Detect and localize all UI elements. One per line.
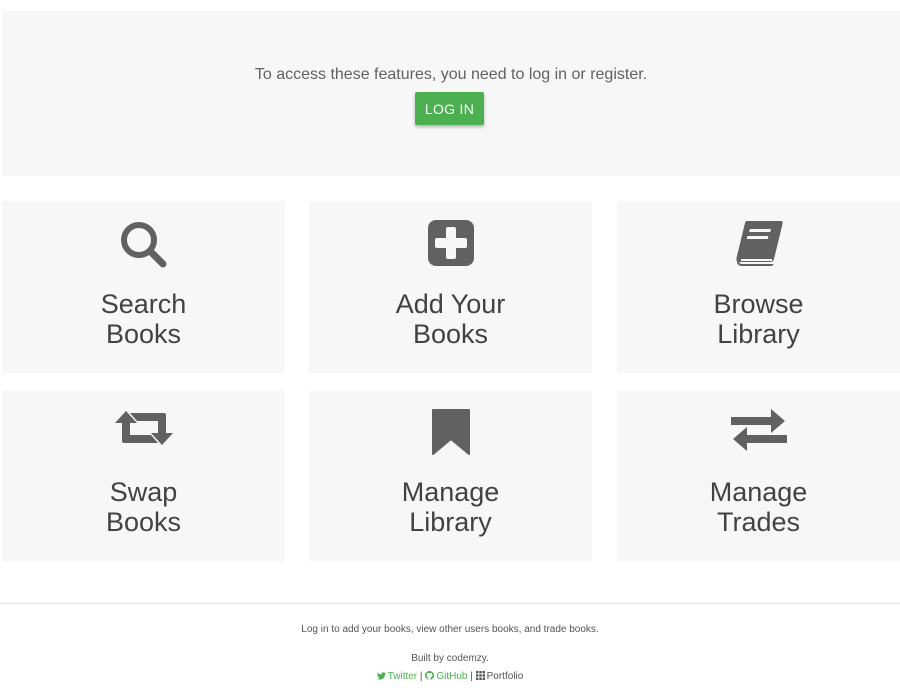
page: To access these features, you need to lo… [0, 0, 900, 700]
footer-description: Log in to add your books, view other use… [301, 624, 599, 635]
manage-trades-label: Manage Trades [709, 477, 808, 537]
grid-icon [475, 671, 485, 680]
manage-library-label: Manage Library [401, 477, 500, 537]
footer-credit: Built by codemzy. [411, 653, 489, 664]
search-icon [2, 219, 285, 271]
github-icon [425, 671, 435, 680]
swap-books-label: Swap Books [105, 477, 182, 537]
search-books-label: Search Books [100, 289, 187, 349]
login-prompt-message: To access these features, you need to lo… [254, 66, 648, 83]
retweet-icon [2, 408, 285, 448]
browse-library-card[interactable]: Browse Library [617, 201, 900, 373]
plus-square-icon [309, 219, 592, 267]
add-books-card[interactable]: Add Your Books [309, 201, 592, 373]
github-link[interactable]: GitHub [425, 671, 470, 682]
login-button[interactable]: LOG IN [415, 92, 484, 125]
portfolio-link[interactable]: Portfolio [475, 671, 523, 682]
footer-links: Twitter | GitHub | Portfolio [0, 671, 900, 682]
browse-library-label: Browse Library [713, 289, 804, 349]
exchange-icon [617, 408, 900, 452]
book-icon [617, 219, 900, 267]
footer-divider [0, 603, 900, 604]
swap-books-card[interactable]: Swap Books [2, 390, 285, 562]
login-prompt-panel: To access these features, you need to lo… [2, 11, 900, 176]
bookmark-icon [309, 408, 592, 456]
link-separator: | [470, 671, 473, 682]
manage-library-card[interactable]: Manage Library [309, 390, 592, 562]
twitter-icon [376, 672, 386, 680]
manage-trades-card[interactable]: Manage Trades [617, 390, 900, 562]
add-books-label: Add Your Books [395, 289, 506, 349]
search-books-card[interactable]: Search Books [2, 201, 285, 373]
link-separator: | [419, 671, 423, 682]
twitter-link[interactable]: Twitter [376, 671, 420, 682]
